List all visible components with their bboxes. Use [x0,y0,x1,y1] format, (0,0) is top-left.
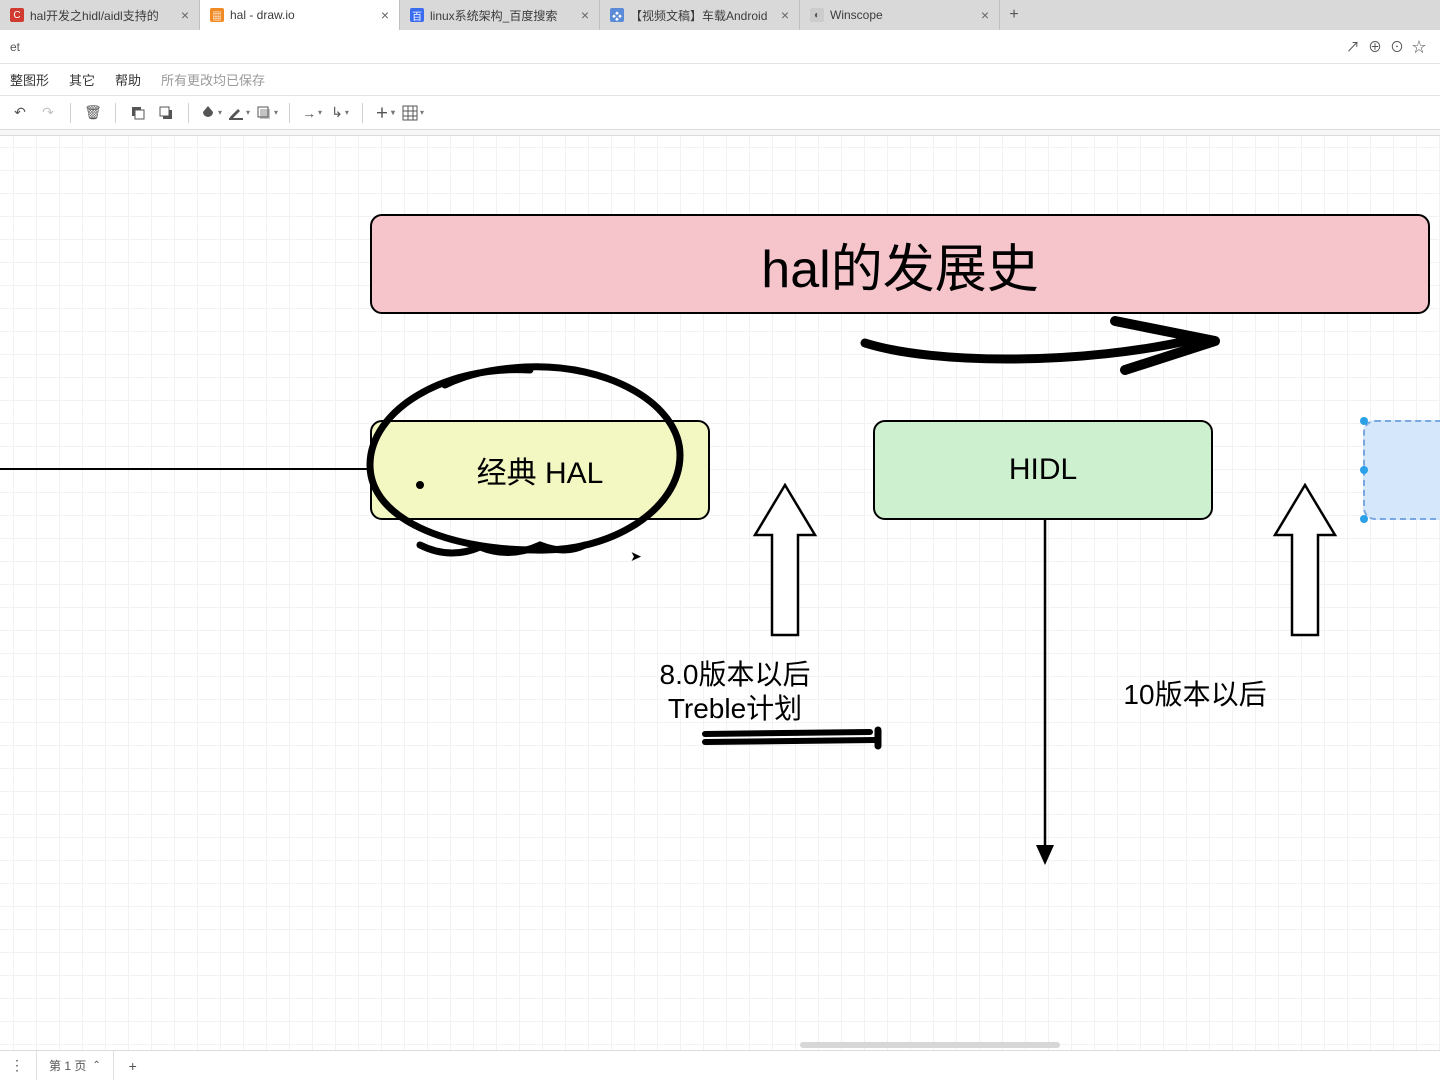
freehand-underline-icon [700,726,890,752]
tab-title: Winscope [830,8,975,22]
pages-menu-button[interactable]: ⋮ [6,1057,28,1074]
browser-tab[interactable]: ◐ Winscope × [800,0,1000,30]
connection-button[interactable]: → [300,101,324,125]
annotation-v8: 8.0版本以后 Treble计划 [640,658,830,725]
page-label: 第 1 页 [49,1057,86,1074]
zoom-icon[interactable]: ⊙ [1386,37,1408,57]
menu-item[interactable]: 整图形 [0,64,59,95]
node-selected[interactable] [1363,420,1440,520]
close-icon[interactable]: × [181,7,189,23]
close-icon[interactable]: × [381,7,389,23]
edge-line [0,466,372,472]
url-fragment: et [10,40,20,54]
favicon-icon: ▦ [210,8,224,22]
app-menubar: 整图形 其它 帮助 所有更改均已保存 [0,64,1440,96]
selection-handle-icon[interactable] [1360,515,1368,523]
favicon-icon: ❖ [610,8,624,22]
scrollbar-horizontal[interactable] [800,1042,1060,1048]
mouse-cursor-icon: ➤ [630,548,642,565]
node-hidl[interactable]: HIDL [873,420,1213,520]
insert-button[interactable]: ＋ [373,101,397,125]
app-toolbar: ↶ ↷ 🗑 → ↳ ＋ [0,96,1440,130]
up-arrow-icon [750,480,820,640]
tab-title: 【视频文稿】车载Android [630,7,775,24]
selection-handle-icon[interactable] [1360,466,1368,474]
chevron-up-icon: ⌃ [92,1060,100,1071]
table-button[interactable] [401,101,425,125]
browser-tab[interactable]: 百 linux系统架构_百度搜索 × [400,0,600,30]
close-icon[interactable]: × [581,7,589,23]
favicon-icon: 百 [410,8,424,22]
close-icon[interactable]: × [981,7,989,23]
page-tabbar: ⋮ 第 1 页 ⌃ + [0,1050,1440,1080]
tab-title: linux系统架构_百度搜索 [430,7,575,24]
browser-tab[interactable]: C hal开发之hidl/aidl支持的 × [0,0,200,30]
bookmark-icon[interactable]: ☆ [1408,37,1430,57]
edge-arrow-down [1030,520,1060,870]
favicon-icon: C [10,8,24,22]
line-color-button[interactable] [227,101,251,125]
open-external-icon[interactable]: ↗ [1342,37,1364,57]
page-tab[interactable]: 第 1 页 ⌃ [36,1051,114,1080]
node-label: HIDL [1009,453,1077,487]
annotation-line: 10版本以后 [1123,679,1266,710]
freehand-circle-icon [350,355,710,565]
undo-button[interactable]: ↶ [8,101,32,125]
annotation-line: Treble计划 [640,692,830,726]
delete-button[interactable]: 🗑 [81,101,105,125]
up-arrow-icon [1270,480,1340,640]
translate-icon[interactable]: ⊕ [1364,37,1386,57]
title-text: hal的发展史 [761,227,1038,302]
browser-tab[interactable]: ❖ 【视频文稿】车载Android × [600,0,800,30]
waypoint-button[interactable]: ↳ [328,101,352,125]
redo-button[interactable]: ↷ [36,101,60,125]
browser-urlbar: et ↗ ⊕ ⊙ ☆ [0,30,1440,64]
shadow-button[interactable] [255,101,279,125]
to-back-button[interactable] [154,101,178,125]
menu-item[interactable]: 其它 [59,64,105,95]
freehand-arrow-icon [855,315,1235,385]
browser-tab[interactable]: ▦ hal - draw.io × [200,0,400,30]
annotation-line: 8.0版本以后 [640,658,830,692]
title-shape[interactable]: hal的发展史 [370,214,1430,314]
browser-tabstrip: C hal开发之hidl/aidl支持的 × ▦ hal - draw.io ×… [0,0,1440,30]
ruler [0,130,1440,136]
diagram-canvas[interactable]: hal的发展史 经典 HAL HIDL 8.0版 [0,130,1440,1050]
favicon-icon: ◐ [810,8,824,22]
tab-title: hal开发之hidl/aidl支持的 [30,7,175,24]
fill-color-button[interactable] [199,101,223,125]
annotation-v10: 10版本以后 [1100,678,1290,712]
add-page-button[interactable]: + [122,1058,144,1074]
menu-item[interactable]: 帮助 [105,64,151,95]
save-status: 所有更改均已保存 [151,70,265,89]
tab-title: hal - draw.io [230,8,375,22]
selection-handle-icon[interactable] [1360,417,1368,425]
new-tab-button[interactable]: + [1000,0,1028,30]
close-icon[interactable]: × [781,7,789,23]
to-front-button[interactable] [126,101,150,125]
